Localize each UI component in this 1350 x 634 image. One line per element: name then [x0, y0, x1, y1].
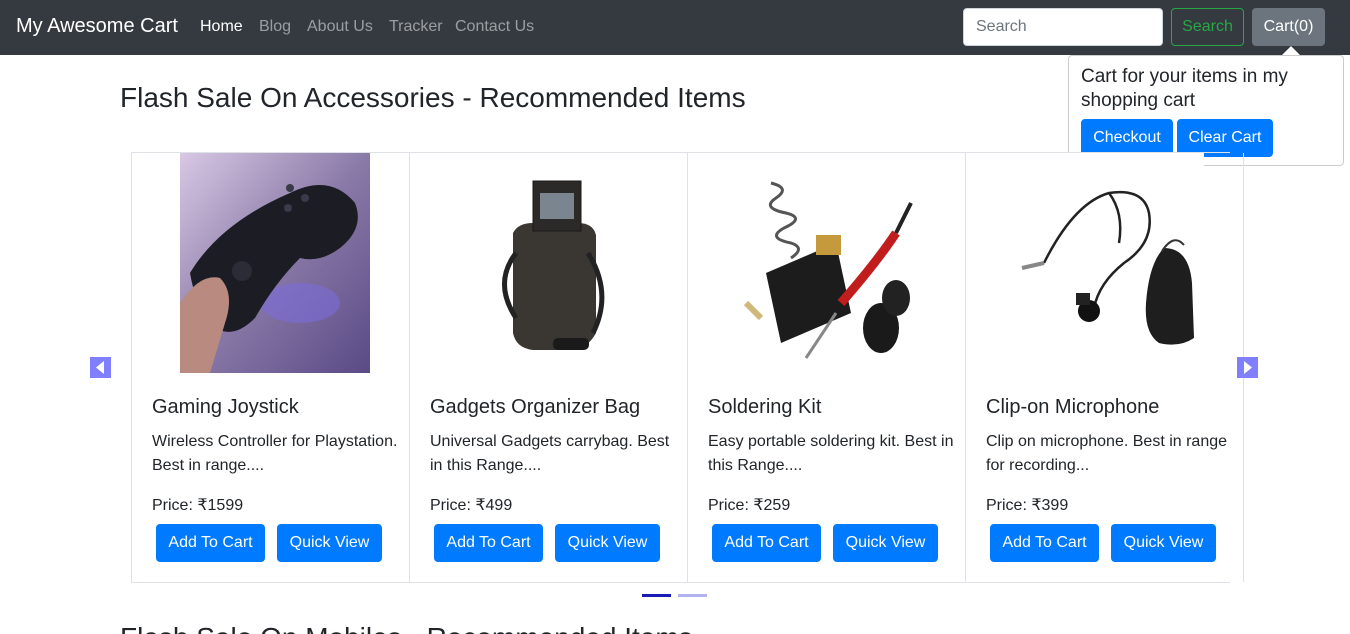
carousel-prev-button[interactable] [90, 357, 111, 378]
product-carousel: Gaming Joystick Wireless Controller for … [131, 152, 1244, 583]
navbar: My Awesome Cart Home Blog About Us Track… [0, 0, 1350, 55]
quick-view-button[interactable]: Quick View [277, 524, 382, 562]
product-description: Easy portable soldering kit. Best in thi… [708, 433, 954, 474]
gaming-joystick-image [180, 153, 370, 373]
product-card: Gadgets Organizer Bag Universal Gadgets … [410, 153, 688, 582]
quick-view-button[interactable]: Quick View [1111, 524, 1216, 562]
product-description: Clip on microphone. Best in range for re… [986, 433, 1228, 474]
section-title: Flash Sale On Accessories - Recommended … [120, 82, 746, 113]
soldering-kit-image [736, 153, 926, 373]
search-input[interactable] [963, 8, 1163, 46]
product-card: Clip-on Microphone Clip on microphone. B… [966, 153, 1244, 582]
section-title: Flash Sale On Mobiles - Recommended Item… [120, 622, 693, 634]
carousel-indicator-active[interactable] [642, 594, 671, 597]
add-to-cart-button[interactable]: Add To Cart [712, 524, 821, 562]
chevron-left-icon [96, 361, 104, 374]
product-title: Soldering Kit [708, 396, 822, 418]
quick-view-button[interactable]: Quick View [555, 524, 660, 562]
chevron-right-icon [1244, 361, 1252, 374]
nav-link-contact[interactable]: Contact Us [455, 18, 534, 36]
add-to-cart-button[interactable]: Add To Cart [156, 524, 265, 562]
brand-logo[interactable]: My Awesome Cart [16, 15, 178, 38]
product-title: Gadgets Organizer Bag [430, 396, 641, 418]
product-price: Price: ₹399 [986, 497, 1069, 514]
quick-view-button[interactable]: Quick View [833, 524, 938, 562]
nav-link-about[interactable]: About Us [307, 18, 373, 36]
product-price: Price: ₹1599 [152, 497, 244, 514]
product-description: Wireless Controller for Playstation. Bes… [152, 433, 398, 474]
clip-on-microphone-image [1014, 153, 1204, 373]
nav-link-blog[interactable]: Blog [259, 18, 291, 36]
product-card: Gaming Joystick Wireless Controller for … [132, 153, 410, 582]
product-description: Universal Gadgets carrybag. Best in this… [430, 433, 670, 474]
cart-button[interactable]: Cart(0) [1252, 8, 1325, 46]
add-to-cart-button[interactable]: Add To Cart [434, 524, 543, 562]
popover-text: Cart for your items in my shopping cart [1081, 66, 1288, 111]
cart-popover: Cart for your items in my shopping cart … [1068, 55, 1344, 166]
carousel-next-button[interactable] [1237, 357, 1258, 378]
product-card: Soldering Kit Easy portable soldering ki… [688, 153, 966, 582]
nav-link-home[interactable]: Home [200, 18, 243, 36]
popover-arrow [1282, 46, 1300, 55]
search-button[interactable]: Search [1171, 8, 1244, 46]
organizer-bag-image [458, 153, 648, 373]
product-price: Price: ₹259 [708, 497, 791, 514]
product-price: Price: ₹499 [430, 497, 513, 514]
product-title: Clip-on Microphone [986, 396, 1160, 418]
carousel-indicator[interactable] [678, 594, 707, 597]
product-title: Gaming Joystick [152, 396, 299, 418]
add-to-cart-button[interactable]: Add To Cart [990, 524, 1099, 562]
nav-link-tracker[interactable]: Tracker [389, 18, 443, 36]
